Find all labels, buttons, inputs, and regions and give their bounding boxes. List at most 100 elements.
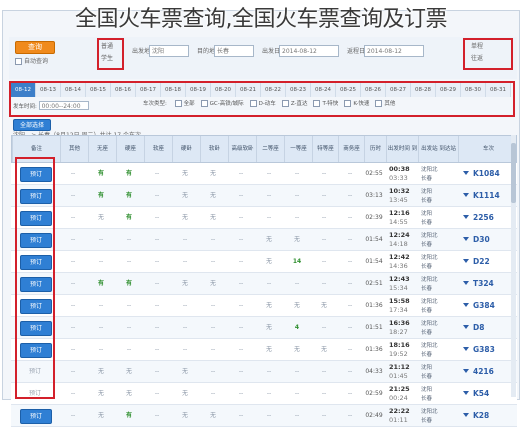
expand-arrow-icon[interactable] — [463, 281, 469, 285]
date-label: 出发日 — [262, 48, 281, 55]
date-tab[interactable]: 08-21 — [236, 83, 261, 97]
scroll-thumb[interactable] — [511, 143, 516, 203]
type-filter-option[interactable]: D-动车 — [249, 100, 276, 107]
type-filter-option[interactable]: GC-高铁/城际 — [200, 100, 244, 107]
expand-arrow-icon[interactable] — [463, 193, 469, 197]
select-all-button[interactable]: 全部选择 — [13, 119, 51, 131]
expand-arrow-icon[interactable] — [463, 171, 469, 175]
from-station: 沈阳北 — [421, 409, 438, 415]
seat-cell: -- — [238, 412, 244, 419]
seat-cell: -- — [321, 236, 327, 243]
seat-cell: 有 — [125, 192, 132, 199]
auto-query-checkbox[interactable]: 自动查询 — [15, 57, 48, 66]
expand-arrow-icon[interactable] — [463, 237, 469, 241]
seat-cell: -- — [238, 368, 244, 375]
expand-arrow-icon[interactable] — [463, 413, 469, 417]
arrival-time: 01:11 — [389, 416, 408, 424]
expand-arrow-icon[interactable] — [463, 347, 469, 351]
date-field[interactable]: 2014-08-12 — [279, 45, 339, 57]
type-filter-option[interactable]: 其他 — [375, 100, 395, 107]
seat-cell: -- — [266, 368, 272, 375]
seat-cell: 无 — [293, 236, 300, 243]
train-number[interactable]: K28 — [473, 405, 489, 426]
date-tab[interactable]: 08-18 — [161, 83, 186, 97]
train-number[interactable]: K1114 — [473, 185, 500, 206]
train-number[interactable]: D30 — [473, 229, 490, 250]
date-tab[interactable]: 08-19 — [186, 83, 211, 97]
time-select[interactable]: 00:00--24:00 — [38, 101, 89, 110]
departure-time: 12:42 — [389, 253, 410, 261]
date-tab[interactable]: 08-14 — [61, 83, 86, 97]
duration: 02:39 — [365, 214, 383, 221]
date-tab[interactable]: 08-25 — [336, 83, 361, 97]
train-number[interactable]: G383 — [473, 339, 495, 360]
type-filter-option[interactable]: K-快速 — [344, 100, 369, 107]
seat-cell: 无 — [265, 346, 272, 353]
date-tab[interactable]: 08-29 — [436, 83, 461, 97]
from-station: 沈阳北 — [421, 277, 438, 283]
seat-cell: -- — [238, 302, 244, 309]
train-number[interactable]: K1084 — [473, 163, 500, 184]
table-row: 预订 -- 有有 -- 无无 -- -- -- -- -- 03:13 10:32 13:45 沈阳 长春 K… — [11, 185, 517, 207]
seat-cell: -- — [154, 258, 160, 265]
departure-time: 22:22 — [389, 407, 410, 415]
expand-arrow-icon[interactable] — [463, 325, 469, 329]
date-tab[interactable]: 08-24 — [311, 83, 336, 97]
date-tab[interactable]: 08-13 — [36, 83, 61, 97]
query-button[interactable]: 查询 — [15, 41, 55, 54]
to-field[interactable]: 长春 — [214, 45, 254, 57]
date-tab[interactable]: 08-16 — [111, 83, 136, 97]
expand-arrow-icon[interactable] — [463, 369, 469, 373]
type-filter-option[interactable]: T-特快 — [313, 100, 338, 107]
seat-cell: -- — [70, 324, 76, 331]
column-header: 硬卧 — [172, 136, 200, 162]
date-tab[interactable]: 08-22 — [261, 83, 286, 97]
date-tab[interactable]: 08-15 — [86, 83, 111, 97]
seat-cell: 无 — [209, 412, 216, 419]
arrival-time: 14:18 — [389, 240, 408, 248]
seat-cell: -- — [210, 390, 216, 397]
seat-cell: 无 — [293, 346, 300, 353]
train-number[interactable]: 2256 — [473, 207, 494, 228]
date-tab[interactable]: 08-27 — [386, 83, 411, 97]
train-number[interactable]: D22 — [473, 251, 490, 272]
expand-arrow-icon[interactable] — [463, 391, 469, 395]
opt-roundtrip[interactable]: 往返 — [471, 54, 483, 63]
date-tab[interactable]: 08-26 — [361, 83, 386, 97]
to-station: 长春 — [421, 374, 433, 380]
radio-student[interactable]: 学生 — [101, 54, 113, 63]
train-number[interactable]: T324 — [473, 273, 494, 294]
date-tab[interactable]: 08-20 — [211, 83, 236, 97]
book-button[interactable]: 预订 — [20, 409, 52, 424]
column-header: 商务座 — [338, 136, 364, 162]
duration: 02:55 — [365, 170, 383, 177]
radio-normal[interactable]: 普通 — [101, 42, 113, 51]
date-tab[interactable]: 08-31 — [486, 83, 511, 97]
expand-arrow-icon[interactable] — [463, 259, 469, 263]
duration: 01:54 — [365, 236, 383, 243]
seat-cell: -- — [70, 258, 76, 265]
seat-cell: -- — [70, 390, 76, 397]
date-tab[interactable]: 08-30 — [461, 83, 486, 97]
expand-arrow-icon[interactable] — [463, 303, 469, 307]
date-tab[interactable]: 08-28 — [411, 83, 436, 97]
train-number[interactable]: K54 — [473, 383, 489, 404]
date-tab[interactable]: 08-23 — [286, 83, 311, 97]
return-field[interactable]: 2014-08-12 — [364, 45, 424, 57]
type-filter-option[interactable]: 全部 — [174, 100, 195, 107]
type-filter-option[interactable]: Z-直达 — [281, 100, 307, 107]
date-tab[interactable]: 08-17 — [136, 83, 161, 97]
scrollbar[interactable] — [511, 135, 516, 397]
train-number[interactable]: G384 — [473, 295, 495, 316]
seat-cell: -- — [347, 214, 353, 221]
date-tab[interactable]: 08-12 — [11, 83, 36, 97]
duration: 02:51 — [365, 280, 383, 287]
from-field[interactable]: 沈阳 — [149, 45, 189, 57]
from-station: 沈阳北 — [421, 255, 438, 261]
seat-cell: -- — [154, 192, 160, 199]
opt-oneway[interactable]: 单程 — [471, 42, 483, 51]
table-row: 预订 -- -- -- -- -- -- -- 无 14 -- -- 01:54 12:42 14:36 沈阳… — [11, 251, 517, 273]
expand-arrow-icon[interactable] — [463, 215, 469, 219]
train-number[interactable]: D8 — [473, 317, 484, 338]
train-number[interactable]: 4216 — [473, 361, 494, 382]
